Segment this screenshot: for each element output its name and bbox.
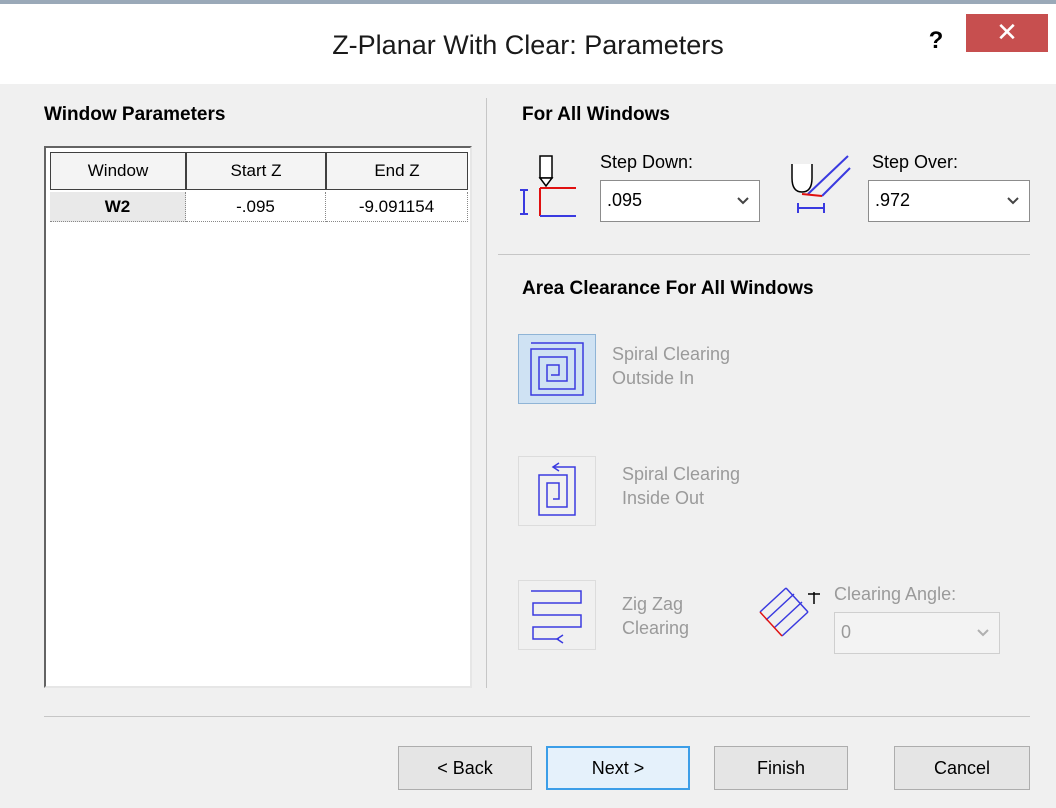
chevron-down-icon[interactable]	[973, 621, 993, 643]
spiral-outside-in-icon	[530, 342, 584, 396]
cancel-button[interactable]: Cancel	[894, 746, 1030, 790]
zig-zag-label: Zig Zag Clearing	[622, 592, 689, 640]
step-over-icon	[791, 155, 851, 213]
zig-zag-label-line1: Zig Zag	[622, 594, 684, 614]
column-header-end-z[interactable]: End Z	[326, 152, 468, 190]
step-over-label: Step Over:	[872, 152, 959, 172]
finish-button[interactable]: Finish	[714, 746, 848, 790]
spiral-inside-out-button[interactable]	[518, 456, 596, 526]
clearing-angle-value: 0	[841, 622, 852, 642]
window-parameters-grid[interactable]: Window Start Z End Z W2 -.095 -9.091154	[44, 146, 472, 688]
step-over-combo[interactable]: .972	[868, 180, 1030, 222]
spiral-inside-out-icon	[538, 462, 576, 516]
step-down-label: Step Down:	[600, 152, 694, 172]
section-divider-horizontal	[498, 254, 1030, 255]
section-divider-vertical	[486, 98, 487, 688]
table-row-start-z-cell[interactable]: -.095	[186, 192, 326, 222]
zig-zag-icon	[531, 590, 582, 644]
table-row-window-cell[interactable]: W2	[50, 192, 186, 222]
zig-zag-label-line2: Clearing	[622, 618, 690, 638]
next-button[interactable]: Next >	[546, 746, 690, 790]
clearing-angle-label: Clearing Angle:	[834, 584, 957, 604]
spiral-inside-out-label-line2: Inside Out	[622, 488, 705, 508]
close-button[interactable]: ✕	[966, 14, 1048, 52]
column-header-start-z[interactable]: Start Z	[186, 152, 326, 190]
spiral-outside-in-label-line2: Outside In	[612, 368, 695, 388]
zig-zag-button[interactable]	[518, 580, 596, 650]
for-all-windows-heading: For All Windows	[522, 104, 670, 125]
footer-divider	[44, 716, 1030, 717]
step-down-value: .095	[607, 190, 643, 210]
clearing-angle-icon	[759, 587, 820, 637]
spiral-outside-in-label: Spiral Clearing Outside In	[612, 342, 730, 390]
chevron-down-icon[interactable]	[1003, 189, 1023, 211]
step-down-combo[interactable]: .095	[600, 180, 760, 222]
area-clearance-heading: Area Clearance For All Windows	[522, 278, 814, 299]
spiral-outside-in-label-line1: Spiral Clearing	[612, 344, 731, 364]
step-down-icon	[520, 155, 576, 217]
clearing-angle-combo[interactable]: 0	[834, 612, 1000, 654]
window-parameters-heading: Window Parameters	[44, 104, 226, 125]
back-button[interactable]: < Back	[398, 746, 532, 790]
spiral-outside-in-button[interactable]	[518, 334, 596, 404]
dialog-title: Z-Planar With Clear: Parameters	[332, 30, 724, 60]
chevron-down-icon[interactable]	[733, 189, 753, 211]
help-button[interactable]: ?	[918, 26, 954, 56]
table-row-end-z-cell[interactable]: -9.091154	[326, 192, 468, 222]
title-bar: Z-Planar With Clear: Parameters ? ✕	[0, 4, 1056, 84]
step-over-value: .972	[875, 190, 911, 210]
column-header-window[interactable]: Window	[50, 152, 186, 190]
spiral-inside-out-label: Spiral Clearing Inside Out	[622, 462, 740, 510]
spiral-inside-out-label-line1: Spiral Clearing	[622, 464, 741, 484]
